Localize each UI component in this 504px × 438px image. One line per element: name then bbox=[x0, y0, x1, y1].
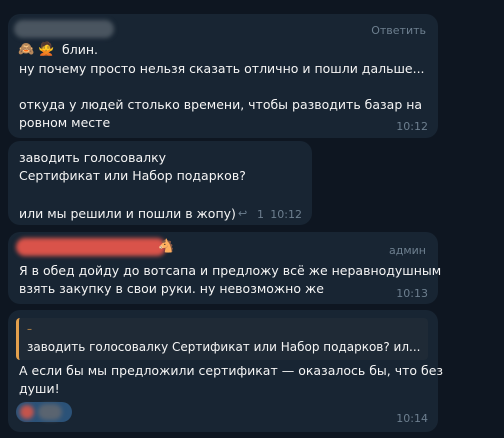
sender-name-redacted bbox=[14, 20, 114, 38]
message-line: или мы решили и пошли в жопу) bbox=[19, 206, 236, 221]
message-time: 10:13 bbox=[396, 287, 428, 300]
message-line: Я в обед дойду до вотсапа и предложу всё… bbox=[19, 263, 442, 278]
message-bubble[interactable]: – заводить голосовалку Сертификат или На… bbox=[8, 310, 443, 432]
reply-link[interactable]: Ответить bbox=[371, 24, 426, 37]
reaction-emoji-redacted bbox=[20, 405, 34, 419]
message-time: 10:14 bbox=[396, 412, 428, 425]
message-line: ну почему просто нельзя сказать отлично … bbox=[19, 61, 425, 76]
reply-count[interactable]: 1 bbox=[257, 208, 264, 221]
sender-name-redacted bbox=[16, 238, 166, 256]
message-line: заводить голосовалку bbox=[19, 150, 167, 165]
message-line: А если бы мы предложили сертификат — ока… bbox=[19, 363, 444, 378]
message-time: 10:12 bbox=[270, 208, 302, 221]
message-bubble[interactable]: заводить голосовалку Сертификат или Набо… bbox=[8, 141, 312, 225]
message-bubble[interactable]: Ответить 🙈 🙅 блин. ну почему просто нель… bbox=[8, 14, 438, 138]
message-line: взять закупку в свои руки. ну невозможно… bbox=[19, 281, 324, 296]
monkey-emoji-icon: 🙈 bbox=[18, 42, 35, 57]
reaction-chip[interactable] bbox=[16, 402, 72, 422]
message-text-prefix: блин. bbox=[62, 42, 98, 57]
reaction-avatar-redacted bbox=[38, 404, 62, 420]
message-line: Сертификат или Набор подарков? bbox=[19, 168, 246, 183]
message-time: 10:12 bbox=[396, 120, 428, 133]
message-line: откуда у людей столько времени, чтобы ра… bbox=[19, 97, 423, 112]
quoted-reply[interactable]: – заводить голосовалку Сертификат или На… bbox=[16, 318, 428, 360]
man-gesturing-emoji-icon: 🙅 bbox=[38, 42, 55, 57]
message-line: души! bbox=[19, 381, 60, 396]
admin-badge: админ bbox=[389, 244, 426, 257]
reply-arrow-icon[interactable]: ↩ bbox=[238, 207, 247, 220]
quoted-text: заводить голосовалку Сертификат или Набо… bbox=[27, 340, 421, 354]
quoted-author-redacted: – bbox=[27, 324, 32, 335]
horse-emoji-icon: 🐴 bbox=[158, 239, 175, 254]
message-bubble[interactable]: 🐴 админ Я в обед дойду до вотсапа и пред… bbox=[8, 232, 442, 304]
message-line: ровном месте bbox=[19, 115, 111, 130]
